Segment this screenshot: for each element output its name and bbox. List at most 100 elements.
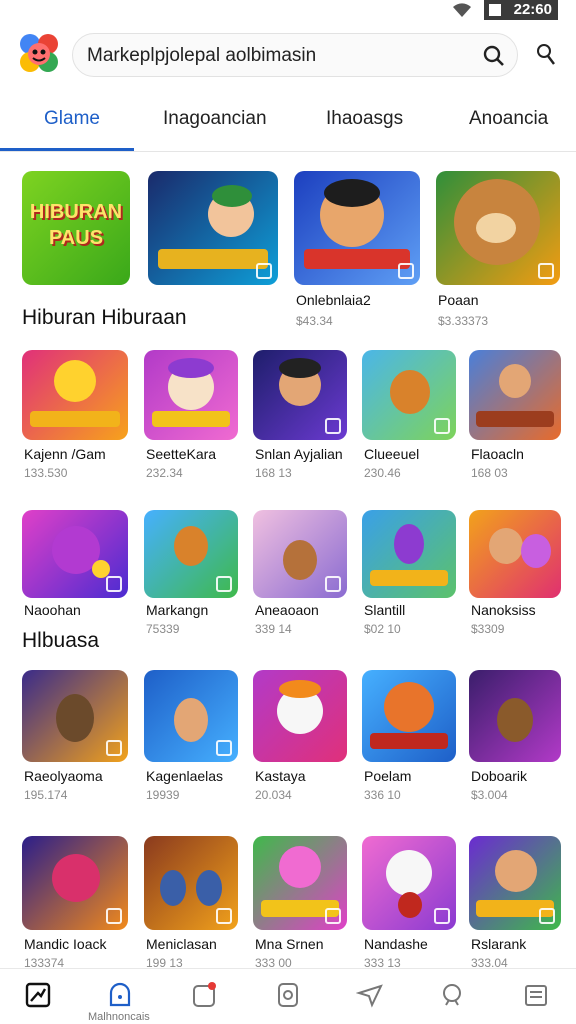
game-name: Kagenlaelas xyxy=(146,768,224,784)
game-thumbnail xyxy=(469,510,561,598)
play-badge-icon xyxy=(106,740,122,756)
game-thumbnail xyxy=(253,670,347,762)
play-badge-icon xyxy=(216,576,232,592)
tab-anoancia[interactable]: Anoancia xyxy=(469,108,548,130)
game-meta: 336 10 xyxy=(364,788,401,802)
game-thumbnail xyxy=(148,171,278,285)
play-badge-icon xyxy=(106,576,122,592)
game-thumbnail xyxy=(144,350,238,440)
game-name: Poelam xyxy=(364,768,412,784)
tab-game[interactable]: Glame xyxy=(44,108,100,130)
game-thumbnail xyxy=(22,350,128,440)
game-name: Flaoacln xyxy=(471,446,524,462)
game-name: Clueeuel xyxy=(364,446,420,462)
nav-menu-icon[interactable] xyxy=(522,981,550,1009)
game-name: Aneaoaon xyxy=(255,602,319,618)
game-thumbnail xyxy=(144,836,238,930)
play-badge-icon xyxy=(216,908,232,924)
game-meta: $02 10 xyxy=(364,622,401,636)
nav-store-label: Malhnoncais xyxy=(88,1011,150,1023)
play-badge-icon xyxy=(216,740,232,756)
tab-ihaoasgs[interactable]: Ihaoasgs xyxy=(326,108,403,130)
app-logo-icon[interactable] xyxy=(18,32,60,76)
game-thumbnail xyxy=(362,510,456,598)
game-name: Kastaya xyxy=(255,768,306,784)
game-name: Meniclasan xyxy=(146,936,217,952)
bottom-nav: Malhnoncais xyxy=(0,968,576,1024)
section-title: Hlbuasa xyxy=(22,629,100,652)
game-thumbnail xyxy=(22,510,128,598)
game-thumbnail xyxy=(294,171,420,285)
play-badge-icon xyxy=(256,263,272,279)
game-thumbnail xyxy=(469,350,561,440)
game-meta: 168 13 xyxy=(255,466,292,480)
game-meta: $3309 xyxy=(471,622,505,636)
game-name: Nandashe xyxy=(364,936,428,952)
game-name: Slantill xyxy=(364,602,406,618)
game-meta: $3.33373 xyxy=(438,314,489,328)
game-meta: 19939 xyxy=(146,788,180,802)
nav-library-icon[interactable] xyxy=(274,981,302,1009)
play-badge-icon xyxy=(434,418,450,434)
game-name: Mandic Ioack xyxy=(24,936,107,952)
game-thumbnail xyxy=(469,670,561,762)
play-badge-icon xyxy=(325,418,341,434)
game-meta: 232.34 xyxy=(146,466,183,480)
game-meta: 195.174 xyxy=(24,788,68,802)
play-badge-icon xyxy=(325,576,341,592)
game-meta: 339 14 xyxy=(255,622,292,636)
game-thumbnail xyxy=(362,836,456,930)
play-badge-icon xyxy=(539,908,555,924)
game-name: Naoohan xyxy=(24,602,81,618)
battery-time: 22:60 xyxy=(484,0,558,20)
game-meta: 230.46 xyxy=(364,466,401,480)
game-thumbnail xyxy=(22,836,128,930)
search-row: Markeplpjolepal aolbimasin xyxy=(0,30,576,80)
game-thumbnail xyxy=(253,350,347,440)
nav-search-icon[interactable] xyxy=(438,981,466,1009)
game-name: Nanoksiss xyxy=(471,602,536,618)
nav-store-icon[interactable] xyxy=(106,981,134,1009)
game-thumbnail xyxy=(144,510,238,598)
profile-icon[interactable] xyxy=(532,42,556,66)
game-meta: 133.530 xyxy=(24,466,68,480)
game-thumbnail xyxy=(469,836,561,930)
game-thumbnail xyxy=(362,350,456,440)
search-input[interactable]: Markeplpjolepal aolbimasin xyxy=(72,33,518,77)
game-thumbnail xyxy=(253,836,347,930)
status-bar: 22:60 xyxy=(0,0,576,22)
wifi-icon xyxy=(453,3,471,18)
game-meta: 20.034 xyxy=(255,788,292,802)
game-thumbnail: HIBURAN PAUS xyxy=(22,171,130,285)
game-name: Rslarank xyxy=(471,936,527,952)
search-input-text: Markeplpjolepal aolbimasin xyxy=(87,45,317,66)
game-thumbnail xyxy=(253,510,347,598)
nav-games-icon[interactable] xyxy=(24,981,52,1009)
search-icon[interactable] xyxy=(483,45,505,67)
game-name: Kajenn /Gam xyxy=(24,446,106,462)
game-name: Poaan xyxy=(438,292,479,308)
category-tabs: Glame Inagoancian Ihaoasgs Anoancia xyxy=(0,88,576,152)
game-meta: $43.34 xyxy=(296,314,333,328)
game-meta: 168 03 xyxy=(471,466,508,480)
game-name: Raeolyaoma xyxy=(24,768,103,784)
nav-send-icon[interactable] xyxy=(356,981,384,1009)
tab-inagoancian[interactable]: Inagoancian xyxy=(163,108,267,130)
game-thumbnail xyxy=(362,670,456,762)
game-thumbnail xyxy=(22,670,128,762)
nav-notifications-icon[interactable] xyxy=(190,981,218,1009)
game-name: Onlebnlaia2 xyxy=(296,292,371,308)
game-name: SeetteKara xyxy=(146,446,217,462)
play-badge-icon xyxy=(434,908,450,924)
game-thumbnail xyxy=(144,670,238,762)
game-meta: $3.004 xyxy=(471,788,508,802)
play-badge-icon xyxy=(106,908,122,924)
banner-text: HIBURAN PAUS xyxy=(29,201,123,249)
game-name: Snlan Ayjalian xyxy=(255,446,343,462)
game-name: Doboarik xyxy=(471,768,528,784)
game-meta: 75339 xyxy=(146,622,180,636)
game-name: Markangn xyxy=(146,602,209,618)
play-badge-icon xyxy=(325,908,341,924)
active-tab-indicator xyxy=(0,148,134,151)
game-name: Mna Srnen xyxy=(255,936,324,952)
